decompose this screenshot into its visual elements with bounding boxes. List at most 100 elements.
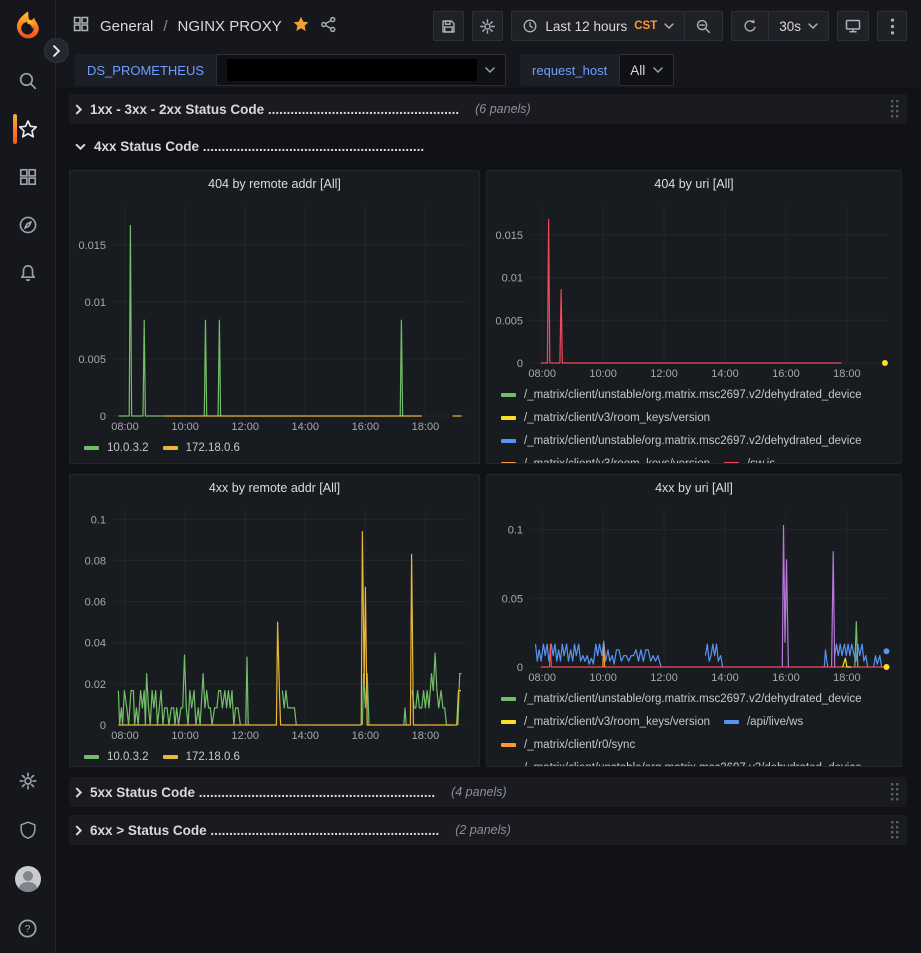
sidebar-expand-button[interactable] (44, 38, 69, 63)
legend-item[interactable]: /_matrix/client/v3/room_keys/version (501, 406, 710, 429)
sidebar-item-server-admin[interactable] (0, 815, 56, 845)
grafana-logo[interactable] (10, 8, 46, 44)
legend-label: /_matrix/client/v3/room_keys/version (524, 716, 710, 728)
timezone-label: CST (634, 20, 657, 32)
share-icon[interactable] (320, 16, 337, 37)
row-title[interactable]: 4xx Status Code ........................… (94, 139, 424, 154)
breadcrumb-title[interactable]: NGINX PROXY (178, 18, 282, 35)
variable-label-request-host: request_host (520, 54, 619, 86)
clock-icon (522, 18, 538, 34)
svg-text:10:00: 10:00 (589, 672, 617, 684)
legend-item[interactable]: /_matrix/client/unstable/org.matrix.msc2… (501, 429, 862, 452)
refresh-interval-dropdown[interactable]: 30s (768, 12, 828, 40)
panel-title[interactable]: 4xx by uri [All] (487, 475, 901, 501)
chart-404-by-remote-addr[interactable]: 00.0050.010.01508:0010:0012:0014:0016:00… (73, 199, 476, 434)
legend-item[interactable]: /_matrix/client/unstable/org.matrix.msc2… (501, 756, 862, 767)
legend-label: /_matrix/client/unstable/org.matrix.msc2… (524, 762, 862, 768)
variable-select-ds[interactable] (216, 54, 506, 86)
dashboard-row-1xx-3xx-2xx[interactable]: 1xx - 3xx - 2xx Status Code ............… (69, 94, 907, 124)
legend-label: /_matrix/client/unstable/org.matrix.msc2… (524, 435, 862, 447)
legend-label: /sw.js (747, 458, 775, 465)
sidebar-item-help[interactable]: ? (0, 913, 56, 943)
save-icon (440, 18, 457, 35)
time-range-picker[interactable]: Last 12 hours CST (512, 12, 684, 40)
kebab-menu-icon (890, 18, 895, 35)
favorite-star-icon[interactable] (292, 15, 310, 37)
legend-item[interactable]: 10.0.3.2 (84, 436, 149, 459)
variable-value-request-host: All (630, 63, 645, 78)
row-title[interactable]: 5xx Status Code ........................… (90, 785, 435, 800)
variable-select-request-host[interactable]: All (619, 54, 674, 86)
panel-title[interactable]: 404 by remote addr [All] (70, 171, 479, 197)
legend-swatch (163, 755, 178, 759)
more-options-button[interactable] (877, 11, 907, 41)
legend-swatch (501, 462, 516, 465)
legend-label: /_matrix/client/unstable/org.matrix.msc2… (524, 389, 862, 401)
legend-swatch (501, 416, 516, 420)
chevron-down-icon (664, 23, 674, 30)
time-zoom-out-button[interactable] (684, 12, 722, 40)
row-title[interactable]: 6xx > Status Code ......................… (90, 823, 439, 838)
legend-item[interactable]: /sw.js (724, 452, 775, 464)
svg-text:0.005: 0.005 (495, 315, 523, 327)
legend-swatch (501, 743, 516, 747)
dashboard-row-6xx[interactable]: 6xx > Status Code ......................… (69, 815, 907, 845)
svg-text:12:00: 12:00 (231, 421, 259, 433)
legend-item[interactable]: 172.18.0.6 (163, 745, 240, 767)
sidebar-item-starred[interactable] (0, 114, 56, 144)
dashboard-row-5xx[interactable]: 5xx Status Code ........................… (69, 777, 907, 807)
legend-label: 172.18.0.6 (186, 442, 240, 454)
chart-404-by-uri[interactable]: 00.0050.010.01508:0010:0012:0014:0016:00… (490, 199, 898, 381)
row-drag-handle[interactable] (891, 821, 899, 839)
legend-item[interactable]: 10.0.3.2 (84, 745, 149, 767)
kiosk-mode-button[interactable] (837, 11, 869, 41)
sidebar-item-explore[interactable] (0, 210, 56, 240)
breadcrumb-section[interactable]: General (100, 18, 153, 35)
sidebar: ? (0, 0, 56, 953)
sidebar-item-configuration[interactable] (0, 766, 56, 796)
refresh-button[interactable] (732, 12, 768, 40)
sidebar-item-alerting[interactable] (0, 258, 56, 288)
svg-text:08:00: 08:00 (528, 368, 556, 380)
legend-item[interactable]: /_matrix/client/r0/sync (501, 733, 635, 756)
panel-404-by-remote-addr: 404 by remote addr [All] 00.0050.010.015… (69, 170, 480, 464)
svg-text:16:00: 16:00 (352, 730, 380, 742)
legend-label: /_matrix/client/v3/room_keys/version (524, 458, 710, 465)
chevron-right-icon (52, 45, 61, 57)
sidebar-item-profile[interactable] (0, 864, 56, 894)
chart-legend: /_matrix/client/unstable/org.matrix.msc2… (487, 685, 901, 767)
svg-text:0.005: 0.005 (78, 354, 106, 366)
row-title[interactable]: 1xx - 3xx - 2xx Status Code ............… (90, 102, 459, 117)
variable-ds-prometheus: DS_PROMETHEUS (75, 54, 506, 86)
legend-item[interactable]: 172.18.0.6 (163, 436, 240, 459)
save-dashboard-button[interactable] (433, 11, 464, 41)
row-drag-handle[interactable] (891, 783, 899, 801)
row-drag-handle[interactable] (891, 100, 899, 118)
panel-title[interactable]: 404 by uri [All] (487, 171, 901, 197)
legend-item[interactable]: /api/live/ws (724, 710, 803, 733)
svg-text:0: 0 (517, 662, 523, 674)
legend-swatch (163, 446, 178, 450)
dashboards-grid-icon (18, 167, 38, 187)
dashboard-settings-button[interactable] (472, 11, 503, 41)
monitor-icon (844, 17, 862, 35)
legend-item[interactable]: /_matrix/client/unstable/org.matrix.msc2… (501, 383, 862, 406)
time-picker-group: Last 12 hours CST (511, 11, 723, 41)
panel-title[interactable]: 4xx by remote addr [All] (70, 475, 479, 501)
sidebar-item-search[interactable] (0, 66, 56, 96)
variable-request-host: request_host All (520, 54, 674, 86)
legend-item[interactable]: /_matrix/client/unstable/org.matrix.msc2… (501, 687, 862, 710)
legend-item[interactable]: /_matrix/client/v3/room_keys/version (501, 710, 710, 733)
sidebar-item-dashboards[interactable] (0, 162, 56, 192)
chevron-down-icon (808, 23, 818, 30)
svg-text:14:00: 14:00 (292, 421, 320, 433)
chart-4xx-by-remote-addr[interactable]: 00.020.040.060.080.108:0010:0012:0014:00… (73, 503, 476, 743)
chevron-right-icon (75, 104, 82, 115)
chart-4xx-by-uri[interactable]: 00.050.108:0010:0012:0014:0016:0018:00 (490, 503, 898, 685)
svg-text:18:00: 18:00 (412, 421, 440, 433)
help-icon: ? (17, 918, 38, 939)
dashboard-row-4xx[interactable]: 4xx Status Code ........................… (69, 132, 907, 160)
chevron-right-icon (75, 825, 82, 836)
legend-item[interactable]: /_matrix/client/v3/room_keys/version (501, 452, 710, 464)
svg-text:0.01: 0.01 (85, 297, 106, 309)
